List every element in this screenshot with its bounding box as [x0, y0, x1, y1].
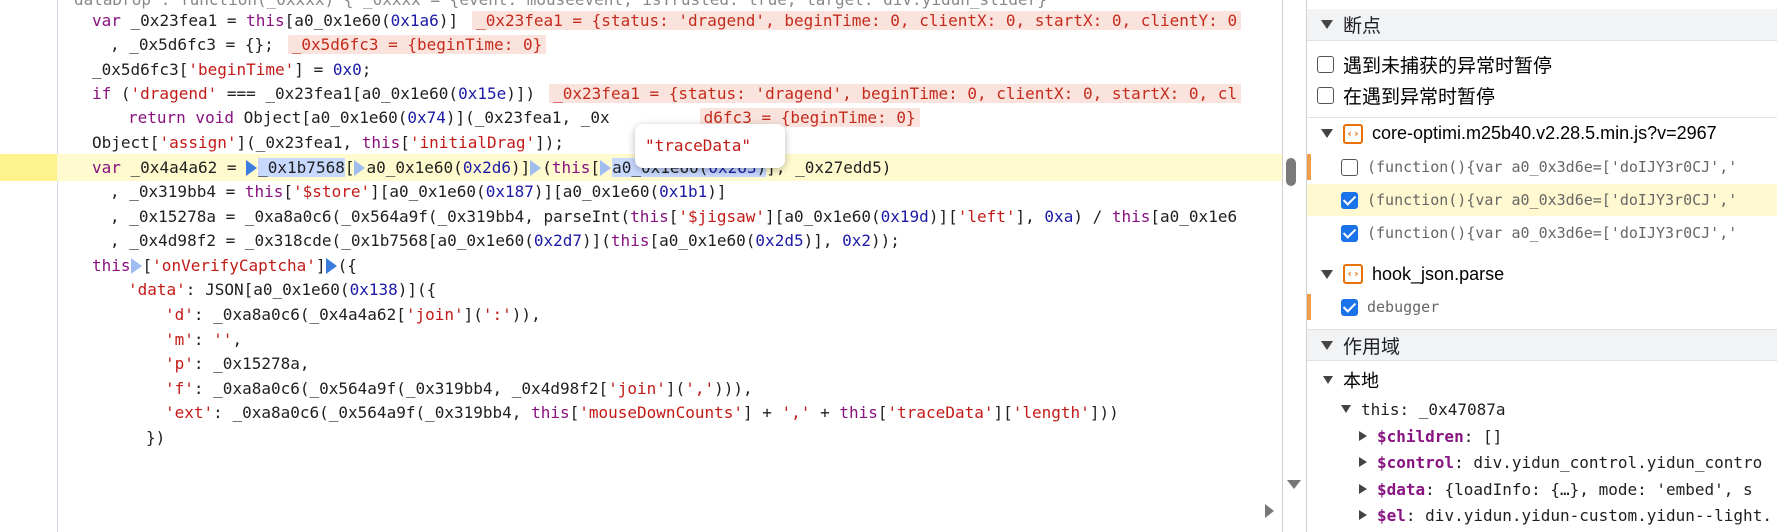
editor-scrollbar-thumb[interactable]: [1286, 158, 1296, 186]
breakpoint-item[interactable]: (function(){var a0_0x3d6e=['doIJY3r0CJ',…: [1307, 151, 1777, 183]
code-line[interactable]: 'ext': _0xa8a0c6(_0x564a9f(_0x319bb4, th…: [0, 399, 1282, 426]
debugger-sidebar: 断点 遇到未捕获的异常时暂停 在遇到异常时暂停 ‹› core-optimi.m…: [1306, 0, 1777, 532]
code-line[interactable]: 'm': '',: [0, 326, 1282, 353]
scroll-down-arrow-icon[interactable]: [1287, 480, 1301, 489]
pause-uncaught-checkbox[interactable]: [1317, 55, 1334, 73]
breakpoint-marker-icon[interactable]: [600, 160, 612, 176]
chevron-right-icon: [1359, 431, 1367, 441]
breakpoint-marker: [1307, 294, 1311, 320]
chevron-right-icon: [1359, 484, 1367, 494]
breakpoint-file-hook-json-parse[interactable]: ‹› hook_json.parse: [1307, 258, 1777, 290]
chevron-right-icon: [1359, 510, 1367, 520]
chevron-right-icon: [1359, 457, 1367, 467]
breakpoint-item-active[interactable]: (function(){var a0_0x3d6e=['doIJY3r0CJ',…: [1307, 184, 1777, 216]
breakpoint-checkbox[interactable]: [1341, 224, 1358, 242]
breakpoint-marker-icon[interactable]: [246, 160, 258, 176]
pause-caught-option[interactable]: 在遇到异常时暂停: [1307, 79, 1777, 111]
chevron-down-icon: [1321, 269, 1333, 279]
breakpoint-marker-icon[interactable]: [354, 160, 366, 176]
code-editor[interactable]: dataDrop : function(_0xxxx) { _0xxxx = {…: [0, 0, 1283, 532]
code-line[interactable]: this ['onVerifyCaptcha']({: [0, 252, 1282, 279]
chevron-down-icon: [1321, 20, 1333, 29]
chevron-down-icon: [1321, 340, 1333, 350]
code-line[interactable]: , _0x319bb4 = this['$store'][a0_0x1e60(0…: [0, 178, 1282, 205]
breakpoint-item[interactable]: (function(){var a0_0x3d6e=['doIJY3r0CJ',…: [1307, 217, 1777, 249]
code-line[interactable]: 'f': _0xa8a0c6(_0x564a9f(_0x319bb4, _0x4…: [0, 375, 1282, 402]
scroll-right-arrow-icon[interactable]: [1265, 504, 1274, 518]
inline-value: _0x23fea1 = {status: 'dragend', beginTim…: [549, 84, 1242, 103]
chevron-down-icon: [1321, 129, 1333, 138]
inline-value: _0x23fea1 = {status: 'dragend', beginTim…: [472, 11, 1242, 30]
breakpoint-marker-icon[interactable]: [325, 258, 337, 274]
breakpoint-marker: [1307, 154, 1311, 180]
script-file-icon: ‹›: [1343, 264, 1363, 284]
inline-value: _0x5d6fc3 = {beginTime: 0}: [287, 35, 547, 54]
code-line[interactable]: 'p': _0x15278a,: [0, 350, 1282, 377]
chevron-down-icon: [1341, 405, 1351, 413]
breakpoint-checkbox[interactable]: [1341, 158, 1358, 176]
code-line[interactable]: 'data': JSON[a0_0x1e60(0x138)]({: [0, 276, 1282, 303]
breakpoint-marker-icon[interactable]: [530, 160, 542, 176]
scope-prop-el[interactable]: $el : div.yidun.yidun-custom.yidun--ligh…: [1307, 499, 1777, 531]
code-line[interactable]: _0x5d6fc3['beginTime'] = 0x0;: [0, 56, 1282, 83]
code-line[interactable]: , _0x5d6fc3 = {}; _0x5d6fc3 = {beginTime:…: [0, 31, 1282, 58]
scope-local[interactable]: 本地: [1307, 364, 1777, 396]
code-line[interactable]: var _0x23fea1 = this[a0_0x1e60(0x1a6)] _0…: [0, 7, 1282, 34]
breakpoint-checkbox[interactable]: [1341, 191, 1358, 209]
scope-section-header[interactable]: 作用域: [1307, 329, 1777, 361]
breakpoint-file-core-optimi[interactable]: ‹› core-optimi.m25b40.v2.28.5.min.js?v=2…: [1307, 117, 1777, 149]
code-line[interactable]: 'd': _0xa8a0c6(_0x4a4a62['join'](':')),: [0, 301, 1282, 328]
chevron-down-icon: [1323, 376, 1333, 384]
pause-uncaught-option[interactable]: 遇到未捕获的异常时暂停: [1307, 48, 1777, 80]
pause-caught-checkbox[interactable]: [1317, 86, 1334, 104]
code-line[interactable]: }): [0, 424, 1282, 451]
code-line[interactable]: , _0x4d98f2 = _0x318cde(_0x1b7568[a0_0x1…: [0, 227, 1282, 254]
breakpoints-section-header[interactable]: 断点: [1307, 9, 1777, 41]
breakpoint-marker-icon[interactable]: [130, 258, 142, 274]
breakpoint-checkbox[interactable]: [1341, 298, 1358, 316]
code-line[interactable]: , _0x15278a = _0xa8a0c6(_0x564a9f(_0x319…: [0, 203, 1282, 230]
script-file-icon: ‹›: [1343, 123, 1363, 144]
breakpoint-item[interactable]: debugger: [1307, 291, 1777, 323]
code-line[interactable]: if ('dragend' === _0x23fea1[a0_0x1e60(0x…: [0, 80, 1282, 107]
hover-tooltip: "traceData": [635, 124, 785, 168]
